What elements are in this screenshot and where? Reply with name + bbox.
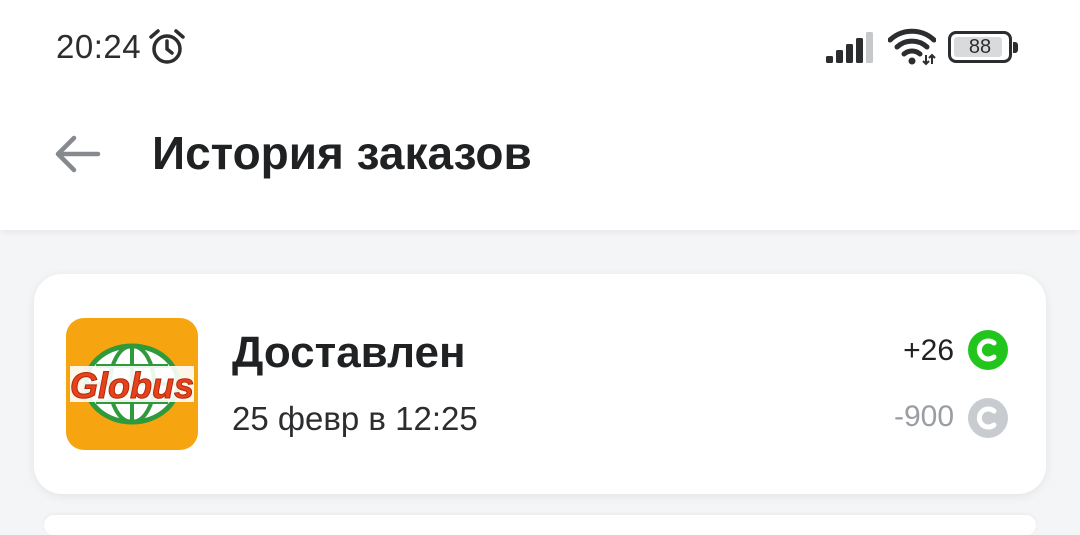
battery-percent: 88 [968,36,992,58]
status-bar: 20:24 88 [0,0,1080,95]
bonus-spent: -900 [893,400,954,433]
store-logo: Globus [66,318,198,450]
status-time: 20:24 [56,28,142,65]
wifi-icon [888,28,936,66]
svg-text:Globus: Globus [70,365,194,406]
page-title: История заказов [152,127,532,179]
alarm-icon [149,29,185,64]
bonus-coin-icon [968,398,1008,438]
globus-logo-icon: Globus [70,343,195,425]
order-card[interactable]: Globus Доставлен 25 февр в 12:25 +26 -90… [34,274,1046,494]
signal-icon [826,32,873,63]
arrow-left-icon[interactable] [52,132,102,176]
app-header-area: 20:24 88 История заказов [0,0,1080,230]
bonus-earned: +26 [903,334,954,367]
battery-icon: 88 [948,31,1018,63]
bonus-coin-icon [968,330,1008,370]
order-date: 25 февр в 12:25 [232,400,478,437]
next-order-card[interactable] [44,515,1036,535]
order-status: Доставлен [232,328,466,377]
